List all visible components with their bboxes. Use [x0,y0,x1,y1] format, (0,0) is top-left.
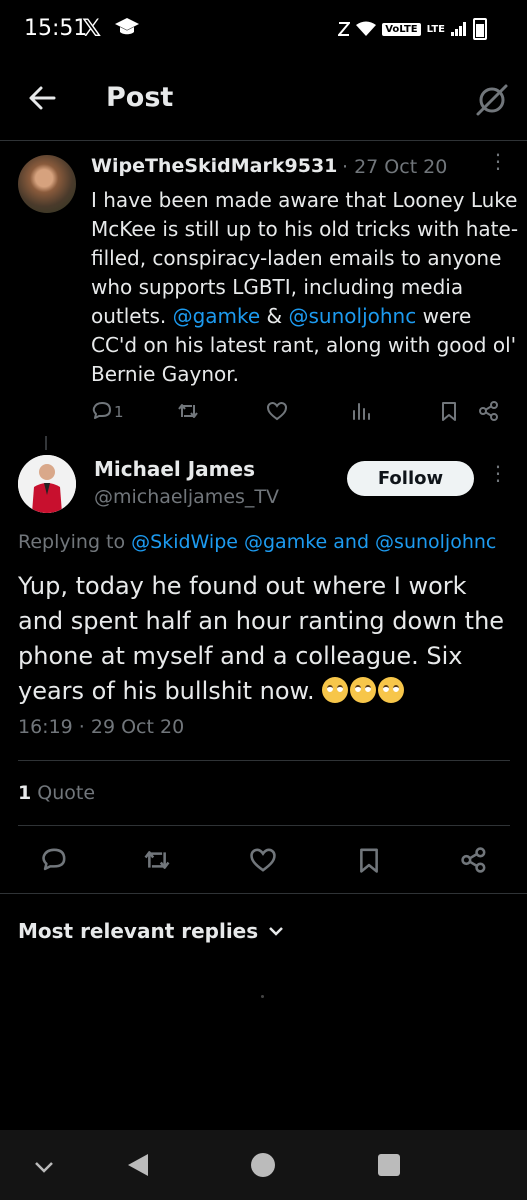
more-icon[interactable]: ⋮ [486,463,510,498]
eye-roll-emoji [378,677,405,703]
status-bar: 15:51 𝕏 VoLTE LTE [0,0,527,60]
quote-label: Quote [37,782,96,804]
quote-count: 1 [18,782,32,804]
author-handle[interactable]: @michaeljames_TV [94,486,279,508]
divider [18,825,510,826]
status-time: 15:51 [24,16,88,41]
mention-link[interactable]: @gamke [173,304,261,328]
avatar[interactable] [18,155,76,213]
more-icon[interactable]: ⋮ [486,151,510,186]
wifi-icon [356,21,377,36]
bookmark-icon[interactable] [355,846,383,874]
signal-icon [451,22,466,36]
profile-photo [18,455,76,513]
avatar[interactable] [18,455,76,513]
author-name[interactable]: Michael James [94,457,255,481]
reply-count: 1 [114,403,124,421]
divider [0,893,527,894]
vibrate-icon [338,22,351,36]
reply-icon[interactable] [91,400,113,422]
mention-link[interactable]: @sunoljohnc [289,304,417,328]
quote-stats[interactable]: 1 Quote [18,782,95,804]
replies-sort-label: Most relevant replies [18,919,259,943]
tweet-body: Yup, today he found out where I work and… [18,572,505,705]
chevron-down-icon [269,927,284,936]
follow-button[interactable]: Follow [347,461,474,496]
status-icons: VoLTE LTE [338,18,487,40]
like-icon[interactable] [249,846,277,874]
volte-badge: VoLTE [382,22,421,36]
nav-recents-icon[interactable] [377,1153,401,1177]
thread-line [45,436,47,450]
tweet-text-part: & [260,304,289,328]
reply-icon[interactable] [40,846,68,874]
author-name[interactable]: WipeTheSkidMark9531 [91,155,337,177]
like-icon[interactable] [266,400,288,422]
tweet-text: I have been made aware that Looney Luke … [91,186,521,389]
battery-icon [473,18,487,40]
back-arrow-icon[interactable] [26,82,58,114]
tweet-timestamp[interactable]: 16:19 · 29 Oct 20 [18,716,184,738]
graduation-cap-icon [115,18,139,35]
lte-label: LTE [426,23,445,35]
share-icon[interactable] [460,846,488,874]
replies-sort-dropdown[interactable]: Most relevant replies [18,919,284,943]
loading-dot [261,995,264,998]
replying-to: Replying to @SkidWipe @gamke and @sunolj… [18,531,496,553]
replying-prefix: Replying to [18,531,132,553]
top-bar: Post [0,60,527,141]
views-icon[interactable] [350,400,372,422]
nav-hide-icon[interactable] [33,1160,55,1174]
eye-roll-emoji [350,677,377,703]
nav-home-icon[interactable] [250,1152,276,1178]
retweet-icon[interactable] [143,846,171,874]
tweet-date[interactable]: · 27 Oct 20 [342,156,447,178]
divider [18,760,510,761]
system-nav-bar [0,1130,527,1200]
x-logo-icon: 𝕏 [82,14,102,42]
page-title: Post [106,82,174,113]
share-icon[interactable] [478,400,500,422]
nav-back-icon[interactable] [126,1152,150,1178]
tweet-text: Yup, today he found out where I work and… [18,569,518,709]
replying-handles[interactable]: @SkidWipe @gamke and @sunoljohnc [131,531,496,553]
grok-icon[interactable] [474,82,510,118]
retweet-icon[interactable] [177,400,199,422]
bookmark-icon[interactable] [438,400,460,422]
eye-roll-emoji [322,677,349,703]
